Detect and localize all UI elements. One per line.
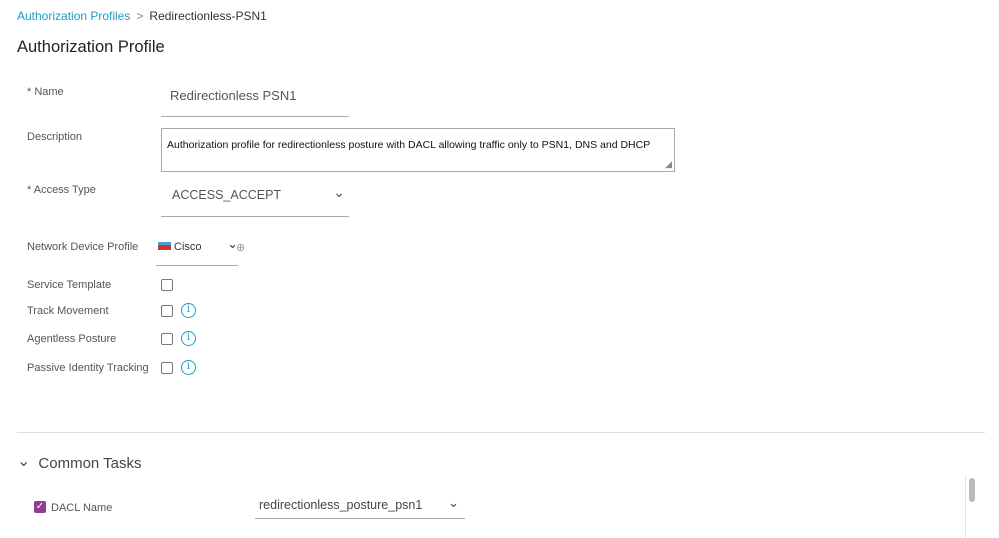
description-textarea[interactable]: Authorization profile for redirectionles… [161, 128, 675, 172]
name-label: * Name [27, 86, 64, 98]
network-device-profile-value: Cisco [174, 241, 202, 253]
passive-identity-tracking-checkbox[interactable] [161, 362, 173, 374]
access-type-select[interactable]: ACCESS_ACCEPT ⌄ [161, 184, 349, 217]
chevron-down-icon: ⌄ [333, 184, 345, 200]
info-icon[interactable]: i [181, 360, 196, 375]
passive-identity-tracking-label: Passive Identity Tracking [27, 362, 149, 374]
scrollbar[interactable] [965, 475, 978, 538]
resize-handle-icon[interactable]: ◢ [665, 159, 672, 170]
agentless-posture-label: Agentless Posture [27, 333, 117, 345]
name-value: Redirectionless PSN1 [170, 88, 297, 103]
dacl-select[interactable]: redirectionless_posture_psn1 ⌄ [255, 495, 465, 519]
divider [17, 432, 985, 433]
description-value: Authorization profile for redirectionles… [167, 139, 651, 151]
chevron-down-icon: ⌄ [448, 495, 459, 510]
page-title: Authorization Profile [17, 38, 165, 56]
dacl-checkbox[interactable]: ✓ [34, 501, 46, 513]
scrollbar-thumb[interactable] [969, 478, 975, 502]
track-movement-checkbox[interactable] [161, 305, 173, 317]
info-icon[interactable]: i [181, 331, 196, 346]
track-movement-label: Track Movement [27, 305, 109, 317]
cisco-logo-icon [158, 242, 171, 250]
access-type-value: ACCESS_ACCEPT [172, 188, 282, 202]
dacl-label: DACL Name [51, 502, 113, 514]
common-tasks-toggle[interactable]: ⌄ Common Tasks [17, 453, 142, 473]
network-device-profile-select[interactable]: Cisco ⌄ [156, 236, 238, 266]
breadcrumb-current: Redirectionless-PSN1 [149, 9, 267, 23]
access-type-label: * Access Type [27, 184, 96, 196]
globe-icon[interactable]: ⊕ [236, 241, 245, 254]
name-input[interactable]: Redirectionless PSN1 [161, 88, 349, 117]
agentless-posture-checkbox[interactable] [161, 333, 173, 345]
description-label: Description [27, 131, 83, 143]
breadcrumb-link-authorization-profiles[interactable]: Authorization Profiles [17, 9, 130, 23]
chevron-down-icon: ⌄ [17, 452, 31, 470]
dacl-value: redirectionless_posture_psn1 [259, 498, 423, 512]
breadcrumb-separator-icon: > [136, 9, 144, 23]
info-icon[interactable]: i [181, 303, 196, 318]
service-template-label: Service Template [27, 279, 112, 291]
breadcrumb: Authorization Profiles > Redirectionless… [17, 9, 267, 23]
network-device-profile-label: Network Device Profile [27, 241, 139, 253]
service-template-checkbox[interactable] [161, 279, 173, 291]
common-tasks-title: Common Tasks [38, 455, 142, 472]
